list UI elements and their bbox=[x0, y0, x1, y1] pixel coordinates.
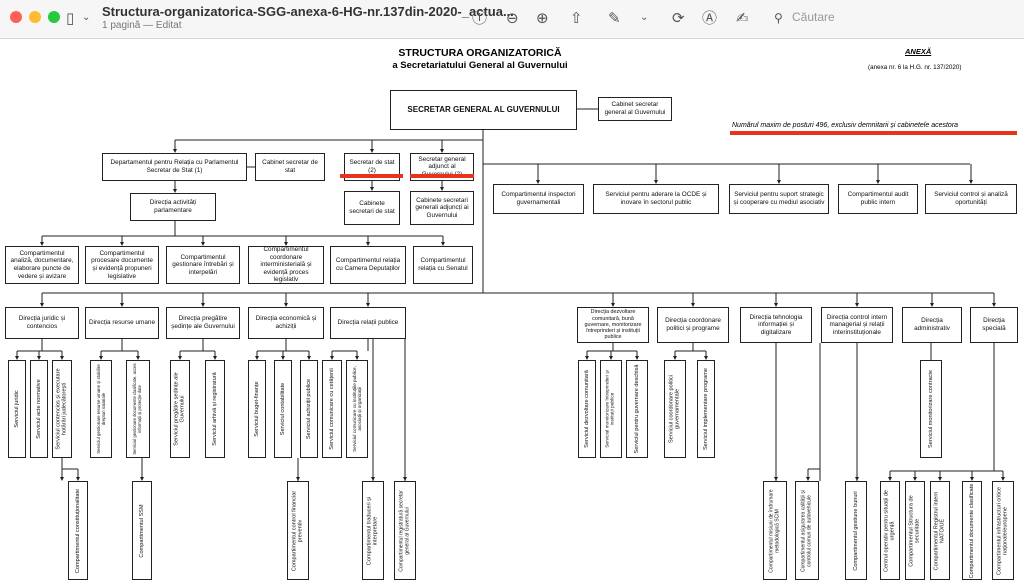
serviciul-arhiva-box: Serviciul arhivă și registratură bbox=[205, 360, 225, 458]
serviciul-achizitii-box: Serviciul achiziții publice bbox=[300, 360, 318, 458]
directia-coordonare-politici-box: Direcția coordonare politici și programe bbox=[657, 307, 729, 343]
doc-subtitle: a Secretariatului General al Guvernului bbox=[392, 60, 568, 71]
compartiment-gestiune-bunuri-box: Compartimentul gestiune bunuri bbox=[845, 481, 867, 580]
compartiment-registrul-nato-box: Compartimentul Registrul intern NATO/UE bbox=[930, 481, 950, 580]
directia-juridic-box: Direcția juridic și contencios bbox=[5, 307, 79, 339]
compartiment-coordonare-box: Compartimentul coordonare interministeri… bbox=[248, 246, 324, 284]
serviciul-contencios-box: Serviciul contencios și executare hotărâ… bbox=[52, 360, 72, 458]
info-icon[interactable]: ⓘ bbox=[472, 9, 487, 27]
directia-control-intern-box: Direcția control intern managerial și re… bbox=[821, 307, 893, 343]
serviciu-ocde-box: Serviciul pentru aderare la OCDE și inov… bbox=[593, 184, 719, 214]
compartiment-senat-box: Compartimentul relația cu Senatul bbox=[413, 246, 473, 284]
serviciul-contabilitate-box: Serviciul contabilitate bbox=[274, 360, 292, 458]
annex-label: ANEXĂ bbox=[905, 47, 932, 56]
departament-relatia-parlament-box: Departamentul pentru Relația cu Parlamen… bbox=[102, 153, 247, 181]
close-window-button[interactable] bbox=[10, 11, 22, 23]
window-subtitle: 1 pagină — Editat bbox=[102, 20, 182, 31]
serviciul-monitorizare-contracte-box: Serviciul monitorizare contracte bbox=[920, 360, 942, 458]
minimize-window-button[interactable] bbox=[29, 11, 41, 23]
directia-resurse-umane-box: Direcția resurse umane bbox=[85, 307, 159, 339]
doc-title: STRUCTURA ORGANIZATORICĂ bbox=[398, 47, 562, 59]
centrul-operativ-box: Centrul operativ pentru situații de urge… bbox=[880, 481, 900, 580]
directia-tehnologia-informatiei-box: Direcția tehnologia informației și digit… bbox=[740, 307, 812, 343]
compartiment-camera-box: Compartimentul relația cu Camera Deputaț… bbox=[330, 246, 406, 284]
compartiment-intrebari-box: Compartimentul gestionare întrebări și i… bbox=[166, 246, 240, 284]
compartiment-documente-clasificate-box: Compartimentul documente clasificate bbox=[962, 481, 982, 580]
compartiment-registratura-box: Compartimentul registratură secretar gen… bbox=[394, 481, 416, 580]
serviciul-comunicare-institutii-box: Serviciul comunicare cu instituțiile pub… bbox=[346, 360, 368, 458]
cabinet-secretar-stat-box: Cabinet secretar de stat bbox=[255, 153, 325, 181]
search-field[interactable]: ⚲ Căutare bbox=[770, 7, 1010, 29]
directia-dezvoltare-comunitara-box: Direcția dezvoltare comunitară, bună guv… bbox=[577, 307, 649, 343]
search-icon: ⚲ bbox=[774, 11, 783, 25]
serviciu-suport-strategic-box: Serviciul pentru suport strategic și coo… bbox=[729, 184, 829, 214]
connector-arrow bbox=[60, 477, 64, 481]
serviciul-coordonare-politici-box: Serviciul coordonare politici guvernamen… bbox=[664, 360, 686, 458]
chevron-down-icon[interactable]: ⌄ bbox=[82, 9, 90, 27]
serviciul-juridic-box: Serviciul juridic bbox=[8, 360, 26, 458]
compartiment-inspectori-box: Compartimentul inspectori guvernamentali bbox=[493, 184, 584, 214]
serviciul-acte-normative-box: Serviciul acte normative bbox=[30, 360, 48, 458]
cabinete-secretari-stat-box: Cabinete secretari de stat bbox=[344, 191, 400, 225]
markup-pen-icon[interactable]: ✎ bbox=[608, 9, 621, 27]
rotate-icon[interactable]: ⟳ bbox=[672, 9, 685, 27]
serviciul-gestionare-ru-box: Serviciul gestionare resurse umane și st… bbox=[90, 360, 112, 458]
window-title: Structura-organizatorica-SGG-anexa-6-HG-… bbox=[102, 4, 514, 19]
serviciul-dezvoltare-comunitara-box: Serviciul dezvoltare comunitară bbox=[578, 360, 596, 458]
directia-speciala-box: Direcția specială bbox=[970, 307, 1018, 343]
cabinet-secretar-general-box: Cabinet secretar general al Guvernului bbox=[598, 97, 672, 121]
signature-icon[interactable]: ✍ bbox=[736, 9, 749, 27]
pdf-document-page[interactable]: STRUCTURA ORGANIZATORICĂ a Secretariatul… bbox=[0, 39, 1024, 580]
serviciul-comunicare-cetateni-box: Serviciul comunicare cu cetățenii bbox=[322, 360, 342, 458]
markup-circle-icon[interactable]: Ⓐ bbox=[702, 9, 717, 27]
cabinete-sga-box: Cabinete secretari generali adjuncți ai … bbox=[410, 191, 474, 225]
directia-administrativ-box: Direcția administrativ bbox=[902, 307, 962, 343]
compartiment-structura-securitate-box: Compartimentul Structura de securitate bbox=[905, 481, 925, 580]
max-posts-note: Numărul maxim de posturi 496, exclusiv d… bbox=[732, 122, 959, 129]
zoom-window-button[interactable] bbox=[48, 11, 60, 23]
compartiment-traduceri-box: Compartimentul traduceri și interpretare bbox=[362, 481, 384, 580]
serviciul-monitorizare-intreprinderi-box: Serviciul monitorizare întreprinderi și … bbox=[600, 360, 622, 458]
compartiment-ssm-box: Compartimentul SSM bbox=[132, 481, 152, 580]
red-underline-annotation bbox=[410, 174, 474, 178]
sidebar-icon[interactable]: ▯ bbox=[66, 9, 74, 27]
compartiment-procesare-box: Compartimentul procesare documente și ev… bbox=[85, 246, 159, 284]
compartiment-analiza-box: Compartimentul analiză, documentare, ela… bbox=[5, 246, 79, 284]
serviciul-pregatire-sedinte-box: Serviciul pregătire ședințe ale Guvernul… bbox=[170, 360, 190, 458]
serviciul-guvernare-deschisa-box: Serviciul pentru guvernare deschisă bbox=[626, 360, 648, 458]
serviciul-implementare-programe-box: Serviciul implementare programe bbox=[697, 360, 715, 458]
compartiment-infrastructuri-critice-box: Compartimentul infrastructuri critice na… bbox=[992, 481, 1014, 580]
search-placeholder: Căutare bbox=[792, 10, 835, 24]
serviciu-control-box: Serviciul control și analiză oportunităț… bbox=[925, 184, 1017, 214]
serviciul-buget-finante-box: Serviciul buget-finanțe bbox=[248, 360, 266, 458]
annex-reference: (anexa nr. 6 la H.G. nr. 137/2020) bbox=[868, 64, 962, 71]
secretar-general-box: SECRETAR GENERAL AL GUVERNULUI bbox=[390, 90, 577, 130]
chevron-down-icon[interactable]: ⌄ bbox=[640, 9, 648, 27]
serviciul-documente-clasificate-box: Serviciul gestionare documente clasifica… bbox=[126, 360, 150, 458]
compartiment-cfp-box: Compartimentul control financiar prevent… bbox=[287, 481, 309, 580]
zoom-in-icon[interactable]: ⊕ bbox=[536, 9, 549, 27]
red-underline-annotation bbox=[340, 174, 403, 178]
directia-pregatire-sedinte-box: Direcția pregătire ședințe ale Guvernulu… bbox=[166, 307, 240, 339]
compartiment-calitate-box: Compartimentul asigurarea calității și c… bbox=[795, 481, 819, 580]
directia-activitati-parlamentare-box: Direcția activități parlamentare bbox=[130, 193, 216, 221]
compartiment-scim-box: Compartimentul misiuni de îndrumare meto… bbox=[763, 481, 787, 580]
window-toolbar: ▯ ⌄ Structura-organizatorica-SGG-anexa-6… bbox=[0, 0, 1024, 39]
directia-economica-box: Direcția economică și achiziții bbox=[248, 307, 324, 339]
share-icon[interactable]: ⇧ bbox=[570, 9, 583, 27]
directia-relatii-publice-box: Direcția relații publice bbox=[330, 307, 406, 339]
compartiment-audit-box: Compartimentul audit public intern bbox=[838, 184, 918, 214]
compartiment-constitutionalitate-box: Compartimentul constituționalitate bbox=[68, 481, 88, 580]
red-underline-annotation bbox=[730, 131, 1017, 135]
zoom-out-icon[interactable]: ⊖ bbox=[506, 9, 519, 27]
